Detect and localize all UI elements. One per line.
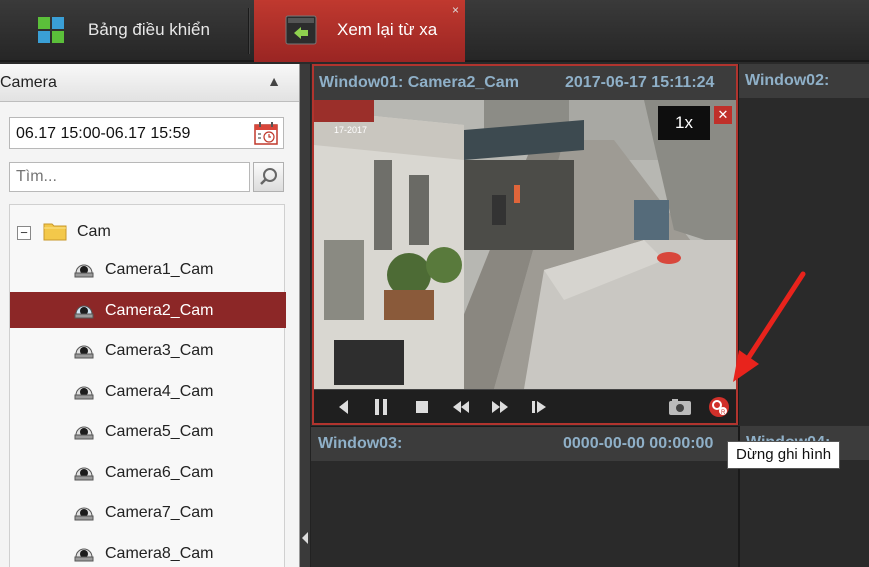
stop-icon[interactable] [412, 398, 432, 416]
collapse-toggle-icon[interactable]: − [17, 226, 31, 240]
tree-item-camera[interactable]: Camera7_Cam [10, 494, 286, 530]
red-annotation-arrow [733, 271, 806, 382]
tree-item-camera[interactable]: Camera8_Cam [10, 535, 286, 567]
playback-speed-badge: 1x [658, 106, 710, 140]
tree-item-camera[interactable]: Camera5_Cam [10, 413, 286, 449]
sidebar-header: Camera ▲ [0, 64, 299, 102]
camera-tree: − Cam Camera1_Cam Camera2_Cam Camera3_Cam C… [9, 204, 286, 567]
tree-item-camera[interactable]: Camera4_Cam [10, 373, 286, 409]
camera-device-icon [74, 345, 94, 359]
top-tab-bar: Bảng điều khiển Xem lại từ xa × [0, 0, 869, 62]
remote-playback-app: Bảng điều khiển Xem lại từ xa × Camera ▲… [0, 0, 869, 567]
stop-recording-icon[interactable]: R [708, 396, 730, 418]
speed-up-icon[interactable] [490, 398, 510, 416]
playback-control-bar: R [314, 389, 736, 423]
camera-label: Camera6_Cam [105, 463, 214, 481]
collapse-left-arrow-icon[interactable] [302, 532, 309, 544]
camera-label: Camera3_Cam [105, 342, 214, 359]
video-frame[interactable]: 17-2017 1x ✕ [314, 100, 736, 389]
search-icon [260, 168, 277, 185]
svg-text:17-2017: 17-2017 [334, 125, 367, 135]
window03-title-bar: Window03: 0000-00-00 00:00:00 [311, 427, 738, 461]
tree-root-label: Cam [77, 223, 111, 240]
time-range-value: 06.17 15:00-06.17 15:59 [16, 125, 191, 142]
tab-separator [248, 8, 250, 54]
tab-dashboard[interactable]: Bảng điều khiển [0, 0, 250, 62]
window01-title: Window01: Camera2_Cam [319, 74, 519, 91]
camera-device-icon [74, 467, 94, 480]
window03-timestamp: 0000-00-00 00:00:00 [563, 435, 714, 452]
tab-close-icon[interactable]: × [452, 3, 459, 17]
svg-text:R: R [721, 410, 726, 416]
reverse-play-icon[interactable] [334, 398, 354, 416]
tree-item-camera[interactable]: Camera6_Cam [10, 454, 286, 490]
playback-window-01[interactable]: Window01: Camera2_Cam 2017-06-17 15:11:2… [312, 64, 738, 425]
camera-device-icon [74, 507, 94, 521]
camera-label: Camera2_Cam [105, 301, 214, 319]
slow-down-icon[interactable] [451, 398, 471, 416]
camera-device-icon [74, 386, 94, 399]
window02-title-bar: Window02: [739, 64, 869, 98]
camera-device-icon [74, 426, 94, 440]
stop-recording-tooltip: Dừng ghi hình [727, 441, 841, 469]
folder-icon [43, 223, 67, 241]
playback-window-03[interactable]: Window03: 0000-00-00 00:00:00 [311, 426, 738, 567]
panel-splitter[interactable] [300, 64, 311, 567]
camera-footage-image: 17-2017 [314, 100, 736, 389]
close-window-icon[interactable]: ✕ [714, 106, 732, 124]
tab-remote-label: Xem lại từ xa [337, 20, 438, 39]
time-range-field[interactable]: 06.17 15:00-06.17 15:59 [9, 117, 284, 149]
playback-film-icon [285, 15, 317, 45]
window01-title-bar: Window01: Camera2_Cam 2017-06-17 15:11:2… [314, 66, 736, 100]
camera-search-field[interactable] [9, 162, 250, 192]
calendar-icon[interactable] [254, 122, 278, 145]
search-button[interactable] [253, 162, 284, 192]
camera-device-icon [74, 264, 94, 278]
single-frame-icon[interactable] [529, 398, 549, 416]
tree-item-camera[interactable]: Camera2_Cam [10, 291, 286, 328]
camera-label: Camera5_Cam [105, 423, 214, 440]
tree-item-camera[interactable]: Camera3_Cam [10, 332, 286, 368]
tree-item-camera[interactable]: Camera1_Cam [10, 251, 286, 287]
window02-title: Window02: [745, 72, 830, 89]
dashboard-grid-icon [38, 17, 64, 43]
tree-root-cam[interactable]: − Cam [10, 213, 286, 249]
tab-dashboard-label: Bảng điều khiển [88, 20, 210, 39]
collapse-chevron-icon[interactable]: ▲ [267, 73, 281, 89]
pause-icon[interactable] [371, 398, 391, 416]
snapshot-camera-icon[interactable] [668, 398, 692, 416]
camera-device-icon [74, 548, 94, 561]
camera-sidebar: Camera ▲ 06.17 15:00-06.17 15:59 Tìm... … [0, 64, 300, 567]
camera-label: Camera8_Cam [105, 544, 214, 562]
search-input[interactable] [10, 163, 249, 191]
window01-timestamp: 2017-06-17 15:11:24 [565, 74, 715, 91]
camera-device-icon [74, 305, 94, 318]
sidebar-title: Camera [0, 74, 57, 91]
tab-remote-playback[interactable]: Xem lại từ xa × [254, 0, 465, 62]
window03-title: Window03: [318, 435, 403, 452]
camera-label: Camera4_Cam [105, 382, 214, 400]
camera-label: Camera1_Cam [105, 261, 214, 278]
camera-label: Camera7_Cam [105, 504, 214, 521]
